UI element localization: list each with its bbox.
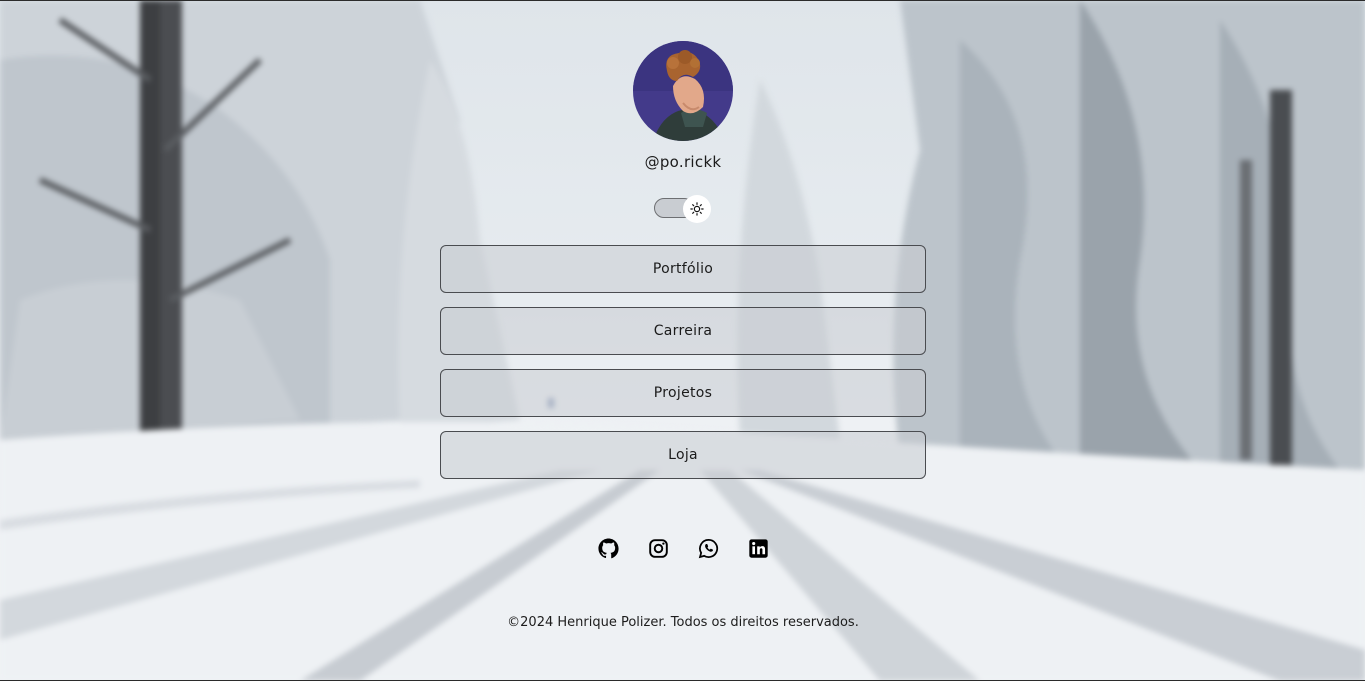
social-links	[596, 536, 772, 560]
profile-photo	[633, 41, 733, 141]
top-border	[0, 0, 1365, 1]
projects-button[interactable]: Projetos	[440, 369, 926, 417]
footer-copyright: ©2024 Henrique Polizer. Todos os direito…	[507, 615, 859, 630]
linkedin-icon[interactable]	[746, 536, 770, 560]
shop-button[interactable]: Loja	[440, 431, 926, 479]
username: @po.rickk	[644, 153, 722, 171]
portfolio-button[interactable]: Portfólio	[440, 245, 926, 293]
instagram-icon[interactable]	[646, 536, 670, 560]
github-icon[interactable]	[596, 536, 620, 560]
whatsapp-icon[interactable]	[696, 536, 720, 560]
sun-icon	[690, 202, 704, 216]
career-button[interactable]: Carreira	[440, 307, 926, 355]
theme-toggle-knob[interactable]	[683, 195, 711, 223]
avatar	[633, 41, 733, 141]
